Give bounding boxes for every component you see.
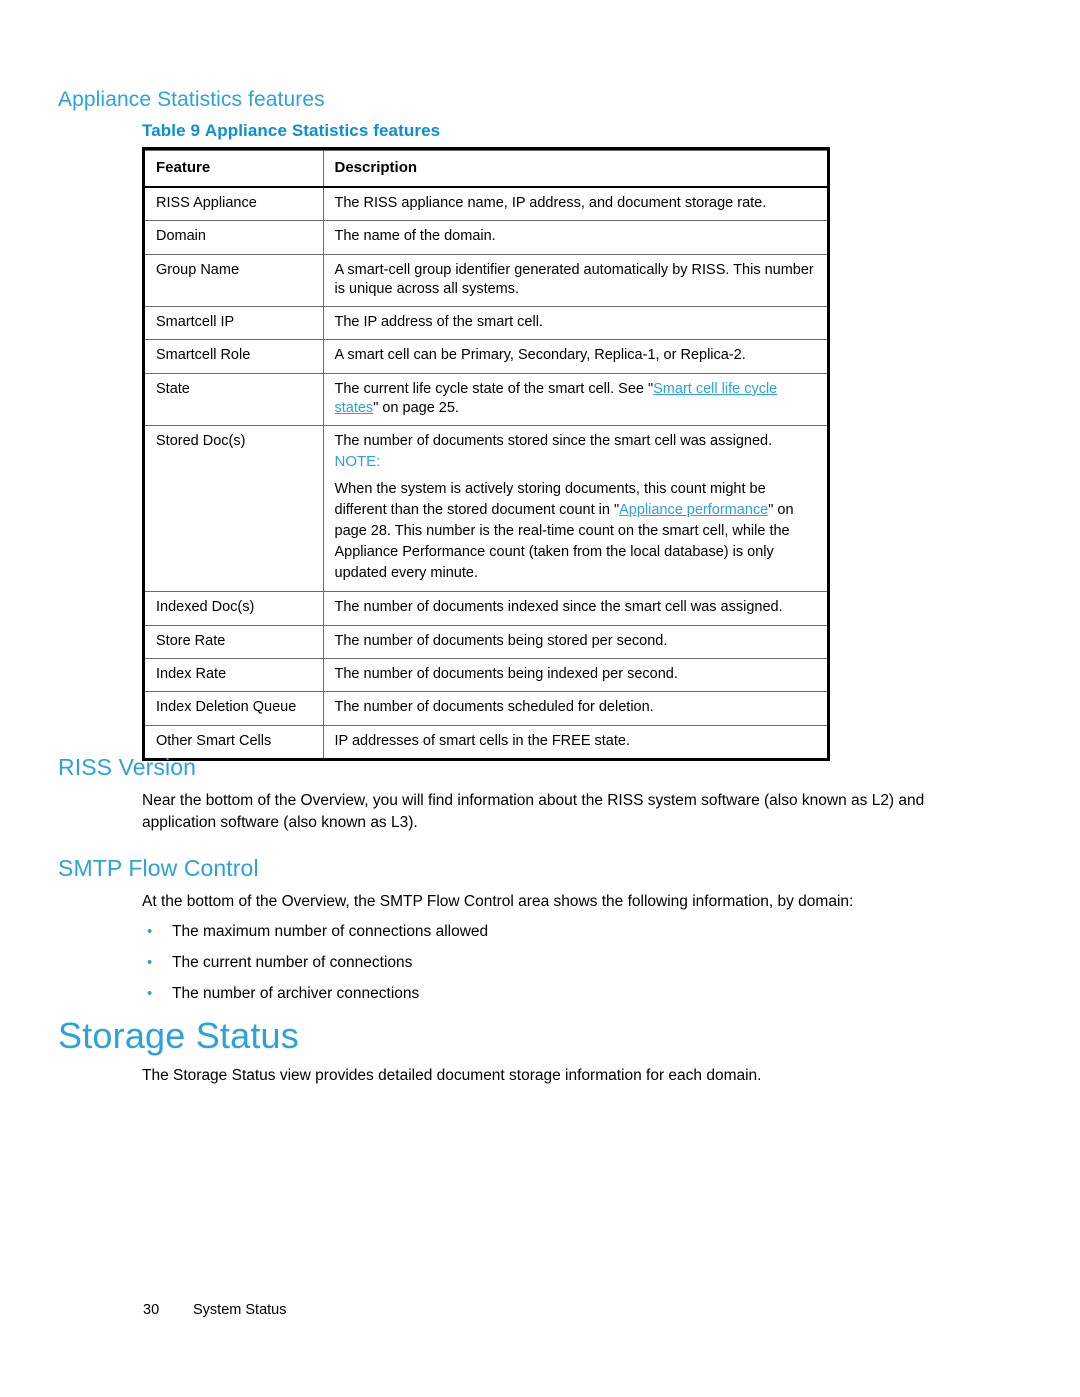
- cell-feature: Store Rate: [145, 624, 324, 660]
- cell-description: The name of the domain.: [322, 220, 827, 255]
- note-body: When the system is actively storing docu…: [335, 479, 819, 584]
- page-footer: 30 System Status: [143, 1302, 286, 1318]
- table-row: Index Rate The number of documents being…: [145, 658, 827, 693]
- cell-description: The number of documents scheduled for de…: [322, 691, 827, 726]
- footer-section-name: System Status: [193, 1302, 287, 1318]
- table-row: Smartcell IP The IP address of the smart…: [145, 306, 827, 341]
- paragraph-smtp-flow-control: At the bottom of the Overview, the SMTP …: [142, 893, 854, 910]
- cell-feature: Group Name: [145, 253, 324, 308]
- cell-feature: Other Smart Cells: [145, 724, 324, 758]
- cell-description: A smart-cell group identifier generated …: [322, 253, 827, 308]
- cell-feature: State: [145, 372, 324, 427]
- footer-page-number: 30: [143, 1302, 160, 1318]
- list-item-label: The number of archiver connections: [172, 985, 420, 1002]
- cell-feature: RISS Appliance: [145, 186, 324, 222]
- cell-feature: Index Deletion Queue: [145, 691, 324, 726]
- cell-description: The number of documents indexed since th…: [322, 591, 827, 626]
- cell-feature: Stored Doc(s): [145, 425, 324, 593]
- table-row: Other Smart Cells IP addresses of smart …: [145, 724, 827, 758]
- cell-feature: Smartcell IP: [145, 306, 324, 341]
- smtp-bullet-list: • The maximum number of connections allo…: [142, 921, 842, 1014]
- appliance-statistics-table-wrapper: Feature Description RISS Appliance The R…: [142, 147, 830, 761]
- bullet-icon: •: [147, 954, 153, 971]
- note-label: NOTE:: [334, 453, 381, 471]
- table-row: Group Name A smart-cell group identifier…: [145, 253, 827, 308]
- cell-description: A smart cell can be Primary, Secondary, …: [322, 339, 827, 374]
- cell-feature: Domain: [145, 220, 324, 255]
- table-caption: Table 9 Appliance Statistics features: [142, 121, 440, 141]
- list-item-label: The current number of connections: [172, 954, 413, 971]
- list-item-label: The maximum number of connections allowe…: [172, 923, 489, 940]
- table-row: Store Rate The number of documents being…: [145, 624, 827, 660]
- cell-description: The number of documents stored since the…: [322, 425, 827, 593]
- bullet-icon: •: [147, 923, 153, 940]
- description-text-before-link: The current life cycle state of the smar…: [334, 380, 654, 397]
- heading-smtp-flow-control: SMTP Flow Control: [58, 855, 259, 881]
- cell-feature: Index Rate: [145, 658, 324, 693]
- description-text-after-link: " on page 25.: [373, 399, 459, 416]
- heading-appliance-statistics-features: Appliance Statistics features: [58, 88, 325, 111]
- paragraph-storage-status: The Storage Status view provides detaile…: [142, 1067, 762, 1084]
- cell-description: The RISS appliance name, IP address, and…: [322, 186, 827, 222]
- table-row: Domain The name of the domain.: [145, 220, 827, 255]
- appliance-statistics-table: Feature Description RISS Appliance The R…: [145, 149, 827, 758]
- description-lead-text: The number of documents stored since the…: [334, 433, 773, 450]
- document-page: Appliance Statistics features Table 9 Ap…: [0, 0, 1080, 1397]
- table-row: RISS Appliance The RISS appliance name, …: [145, 186, 827, 222]
- table-row: Smartcell Role A smart cell can be Prima…: [145, 339, 827, 374]
- table-header-row: Feature Description: [145, 149, 827, 188]
- cell-feature: Indexed Doc(s): [145, 591, 324, 626]
- table-row: Index Deletion Queue The number of docum…: [145, 691, 827, 726]
- bullet-icon: •: [147, 985, 153, 1002]
- column-header-description: Description: [322, 149, 827, 188]
- table-row: State The current life cycle state of th…: [145, 372, 827, 427]
- table-caption-title: Appliance Statistics features: [204, 121, 441, 140]
- table-row: Stored Doc(s) The number of documents st…: [145, 425, 827, 593]
- list-item: • The number of archiver connections: [142, 983, 842, 1005]
- table-row: Indexed Doc(s) The number of documents i…: [145, 591, 827, 626]
- heading-storage-status: Storage Status: [58, 1015, 299, 1056]
- cross-reference-link-appliance-performance[interactable]: Appliance performance: [619, 502, 768, 518]
- list-item: • The maximum number of connections allo…: [142, 921, 842, 943]
- cell-description: The current life cycle state of the smar…: [322, 372, 827, 427]
- list-item: • The current number of connections: [142, 952, 842, 974]
- cell-description: The IP address of the smart cell.: [322, 306, 827, 341]
- cell-description: IP addresses of smart cells in the FREE …: [322, 724, 827, 758]
- heading-riss-version: RISS Version: [58, 754, 196, 780]
- paragraph-riss-version: Near the bottom of the Overview, you wil…: [142, 792, 925, 831]
- table-caption-label: Table 9: [142, 121, 201, 140]
- cell-description: The number of documents being indexed pe…: [322, 658, 827, 693]
- cell-feature: Smartcell Role: [145, 339, 324, 374]
- cell-description: The number of documents being stored per…: [322, 624, 827, 660]
- column-header-feature: Feature: [145, 149, 324, 188]
